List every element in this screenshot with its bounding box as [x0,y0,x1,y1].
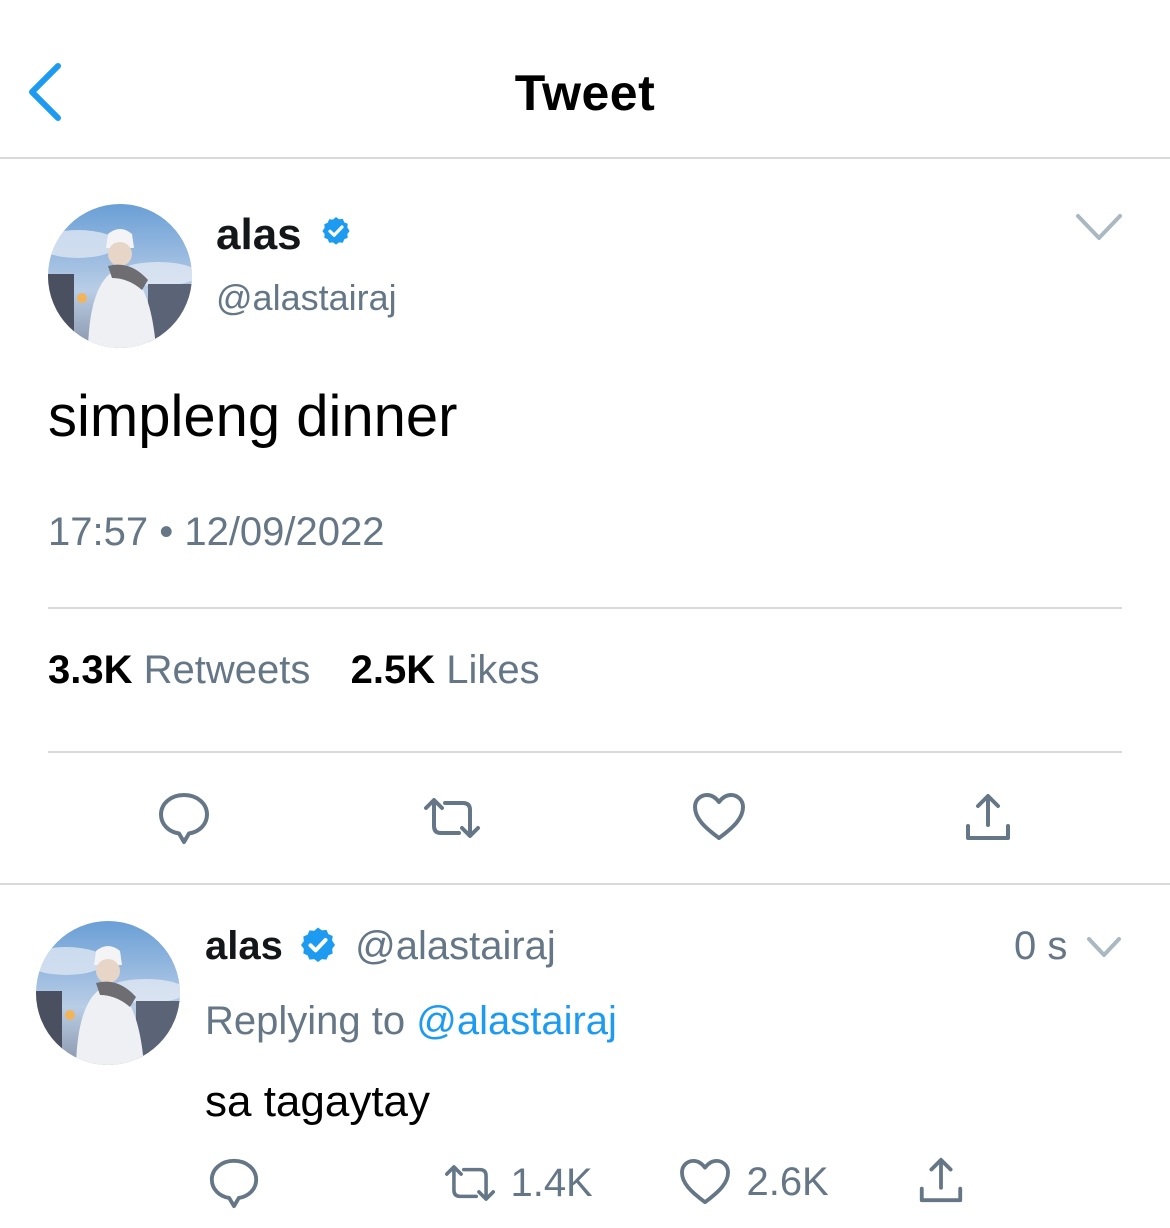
retweet-button[interactable] [422,790,482,846]
reply-icon [159,793,209,844]
tweet-text: simpleng dinner [48,384,458,449]
replying-to-line: Replying to @alastairaj [205,999,617,1043]
reply-retweet-button[interactable]: 1.4K [442,1158,602,1208]
reply-author-handle[interactable]: @alastairaj [355,924,556,968]
reply-retweet-count: 1.4K [510,1160,593,1205]
author-row: alas [216,210,352,260]
reply-reply-button[interactable] [207,1156,261,1210]
page-title: Tweet [514,65,656,121]
reply-icon [209,1158,259,1209]
reply-time: 0 s [1014,924,1068,968]
chevron-down-icon [1076,214,1122,240]
verified-badge-icon [322,217,350,245]
heart-icon [693,793,745,840]
avatar-image [48,204,192,348]
reply-author-row: alas @alastairaj [205,924,556,969]
retweet-icon [445,1165,495,1201]
share-icon [919,1157,963,1203]
reply-text: sa tagaytay [205,1077,431,1126]
share-button[interactable] [962,792,1014,844]
author-handle[interactable]: @alastairaj [216,277,397,319]
avatar[interactable] [48,204,192,348]
reply-menu-button[interactable] [1086,934,1122,960]
replying-to-link[interactable]: @alastairaj [416,999,617,1043]
reply-like-count: 2.6K [746,1159,829,1204]
divider [48,607,1122,609]
verified-badge-icon [300,927,335,962]
divider [0,883,1170,885]
tweet-menu-button[interactable] [1074,210,1124,244]
divider [48,751,1122,753]
like-button[interactable] [692,792,746,842]
likes-stat[interactable]: 2.5K Likes [351,648,540,692]
retweet-icon [424,798,480,838]
reply-share-button[interactable] [916,1156,966,1206]
author-name[interactable]: alas [216,210,302,259]
reply-avatar[interactable] [36,921,180,1065]
retweets-stat[interactable]: 3.3K Retweets [48,648,310,692]
heart-icon [680,1158,730,1205]
tweet-stats: 3.3K Retweets 2.5K Likes [48,648,540,693]
avatar-image [36,921,180,1065]
reply-button[interactable] [156,790,212,846]
chevron-down-icon [1087,937,1121,957]
tweet-timestamp: 17:57 • 12/09/2022 [48,510,385,554]
reply-author-name[interactable]: alas [205,924,283,968]
reply-like-button[interactable]: 2.6K [678,1158,848,1208]
share-icon [966,794,1010,840]
